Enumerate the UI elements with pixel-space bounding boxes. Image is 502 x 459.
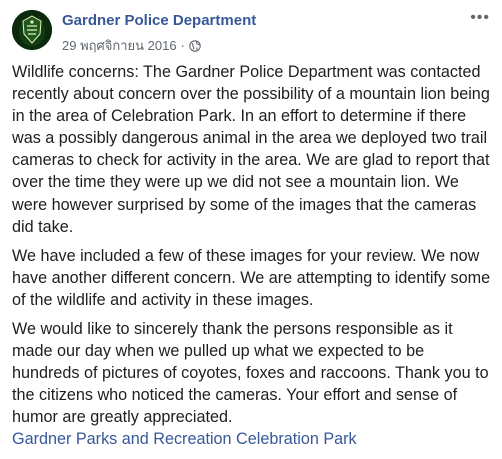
post-paragraph: Wildlife concerns: The Gardner Police De… [12,63,490,236]
post-header: Gardner Police Department 29 พฤศจิกายน 2… [12,10,492,54]
post-meta: 29 พฤศจิกายน 2016 · [62,35,201,56]
post-date[interactable]: 29 พฤศจิกายน 2016 [62,35,177,56]
facebook-post: Gardner Police Department 29 พฤศจิกายน 2… [0,0,502,459]
page-name-link[interactable]: Gardner Police Department [62,12,256,29]
more-options-icon[interactable]: ••• [470,10,490,26]
tagged-pages-link[interactable]: Gardner Parks and Recreation Celebration… [12,428,357,450]
post-paragraph: We would like to sincerely thank the per… [12,320,489,427]
post-body: Wildlife concerns: The Gardner Police De… [12,61,496,436]
post-paragraph: We have included a few of these images f… [12,246,491,309]
meta-separator: · [180,38,185,53]
avatar[interactable] [12,10,52,50]
police-badge-icon [12,10,52,50]
globe-icon[interactable] [189,39,201,52]
